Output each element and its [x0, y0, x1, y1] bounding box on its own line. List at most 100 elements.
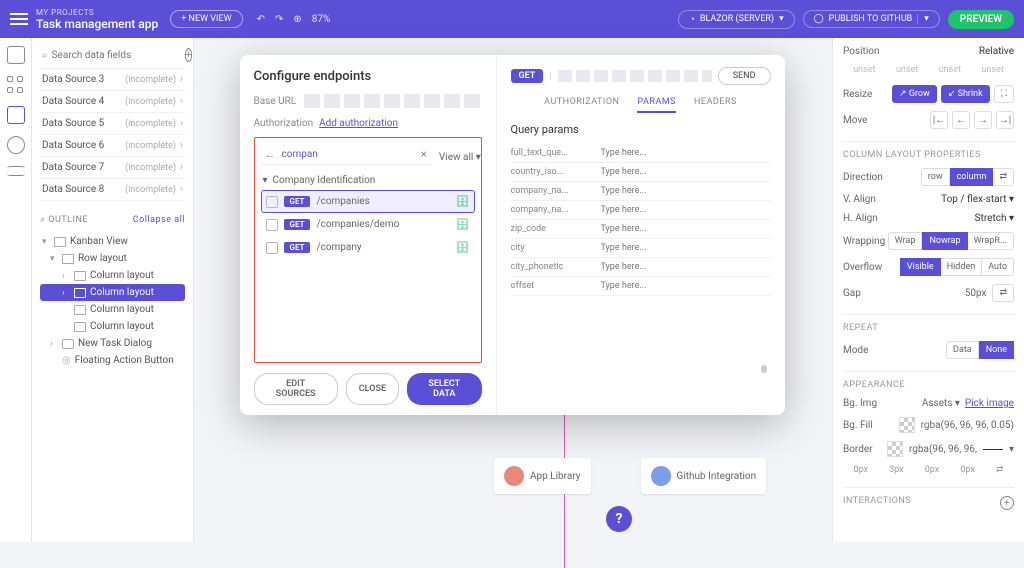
gap-link-button[interactable]: ⇄ [992, 284, 1014, 302]
endpoint-search-input[interactable] [282, 149, 415, 160]
edit-sources-button[interactable]: EDIT SOURCES [254, 373, 338, 405]
query-param-input[interactable] [601, 186, 771, 196]
query-params-heading: Query params [511, 123, 771, 136]
endpoint-row[interactable]: GET /companies 🗄 [261, 190, 475, 213]
tab-authorization[interactable]: AUTHORIZATION [544, 97, 619, 113]
direction-swap-button[interactable]: ⇄ [993, 168, 1014, 186]
spacing-link-icon[interactable]: ⇄ [996, 465, 1004, 475]
shrink-button[interactable]: ↙ Shrink [941, 85, 990, 103]
endpoint-group[interactable]: ▾Company Identification [263, 175, 475, 186]
zoom-icon[interactable]: ⊕ [293, 14, 301, 25]
repeat-data-button[interactable]: Data [946, 341, 979, 359]
tree-item-dialog[interactable]: ›New Task Dialog [40, 335, 185, 352]
overflow-auto-button[interactable]: Auto [982, 258, 1014, 276]
gap-input[interactable]: 50px [965, 288, 987, 299]
modal-title: Configure endpoints [254, 69, 482, 84]
tree-item-column-layout[interactable]: Column layout [40, 301, 185, 318]
back-icon[interactable]: ← [265, 148, 276, 161]
tree-item-row-layout[interactable]: ▾Row layout [40, 250, 185, 267]
data-source-row[interactable]: Data Source 5(incomplete)› [40, 113, 185, 135]
wrap-button[interactable]: Wrap [888, 232, 923, 250]
data-source-row[interactable]: Data Source 3(incomplete)› [40, 69, 185, 91]
overflow-visible-button[interactable]: Visible [900, 258, 941, 276]
menu-icon[interactable] [10, 10, 28, 28]
data-source-row[interactable]: Data Source 4(incomplete)› [40, 91, 185, 113]
direction-row-button[interactable]: row [921, 168, 950, 186]
move-right-button[interactable]: → [974, 111, 992, 129]
redo-icon[interactable]: ↷ [275, 14, 283, 25]
endpoint-checkbox[interactable] [266, 219, 278, 231]
help-button[interactable]: ? [606, 506, 632, 532]
tab-headers[interactable]: HEADERS [694, 97, 737, 113]
select-data-button[interactable]: SELECT DATA [407, 373, 481, 405]
query-param-input[interactable] [601, 243, 771, 253]
overflow-hidden-button[interactable]: Hidden [941, 258, 983, 276]
rail-assets-icon[interactable] [7, 166, 25, 176]
query-param-input[interactable] [601, 167, 771, 177]
data-source-row[interactable]: Data Source 8(incomplete)› [40, 179, 185, 201]
bg-fill-value[interactable]: rgba(96, 96, 96, 0.05) [921, 420, 1014, 431]
data-source-row[interactable]: Data Source 7(incomplete)› [40, 157, 185, 179]
valign-select[interactable]: Top / flex-start ▾ [941, 194, 1014, 205]
close-button[interactable]: CLOSE [346, 373, 399, 405]
pick-image-link[interactable]: Pick image [965, 398, 1014, 409]
publish-github-button[interactable]: ◯ PUBLISH TO GITHUB ▾ [803, 10, 940, 28]
move-start-button[interactable]: |← [930, 111, 948, 129]
query-param-input[interactable] [601, 205, 771, 215]
halign-select[interactable]: Stretch ▾ [975, 213, 1014, 224]
bg-fill-swatch[interactable] [899, 417, 915, 433]
query-param-input[interactable] [601, 262, 771, 272]
collapse-all-link[interactable]: Collapse all [133, 215, 185, 225]
endpoint-checkbox[interactable] [266, 242, 278, 254]
position-select[interactable]: Relative [979, 46, 1014, 57]
tree-item-column-layout[interactable]: Column layout [40, 318, 185, 335]
rail-data-icon[interactable] [7, 106, 25, 124]
base-url-label: Base URL [254, 96, 297, 107]
resize-settings-button[interactable]: ⛶ [994, 85, 1014, 103]
query-param-input[interactable] [601, 281, 771, 291]
add-data-source-button[interactable]: + [185, 48, 193, 62]
properties-panel: PositionRelative unsetunsetunsetunset Re… [832, 38, 1024, 542]
tree-item-column-layout[interactable]: ›Column layout [40, 267, 185, 284]
add-authorization-link[interactable]: Add authorization [319, 118, 398, 129]
auth-label: Authorization [254, 118, 314, 129]
canvas-card[interactable]: Github Integration [641, 458, 767, 494]
move-end-button[interactable]: →| [996, 111, 1014, 129]
framework-select[interactable]: ◔ BLAZOR (SERVER) ▾ [678, 10, 794, 29]
data-source-row[interactable]: Data Source 6(incomplete)› [40, 135, 185, 157]
canvas-card[interactable]: App Library [494, 458, 591, 494]
wrap-reverse-button[interactable]: WrapR... [968, 232, 1014, 250]
rail-views-icon[interactable] [7, 46, 25, 64]
grow-button[interactable]: ↗ Grow [892, 85, 937, 103]
add-interaction-button[interactable]: + [1000, 496, 1014, 510]
rail-components-icon[interactable] [7, 76, 25, 94]
tab-params[interactable]: PARAMS [637, 97, 676, 113]
rail-theme-icon[interactable] [7, 136, 25, 154]
repeat-none-button[interactable]: None [979, 341, 1014, 359]
direction-column-button[interactable]: column [950, 168, 994, 186]
assets-select[interactable]: Assets [922, 398, 953, 409]
send-button[interactable]: SEND [718, 67, 771, 85]
move-left-button[interactable]: ← [952, 111, 970, 129]
endpoint-row[interactable]: GET /companies/demo 🗄 [261, 213, 475, 236]
tree-item-fab[interactable]: ◎Floating Action Button [40, 352, 185, 369]
preview-button[interactable]: PREVIEW [948, 10, 1014, 29]
outline-tree: ▾Kanban View ▾Row layout ›Column layout … [40, 233, 185, 369]
nowrap-button[interactable]: Nowrap [922, 232, 967, 250]
new-view-button[interactable]: + NEW VIEW [170, 10, 242, 28]
project-name[interactable]: Task management app [36, 17, 158, 31]
border-value[interactable]: rgba(96, 96, 96, [909, 444, 977, 455]
view-all-select[interactable]: View all ▾ [439, 152, 481, 163]
endpoint-checkbox[interactable] [266, 196, 278, 208]
tree-item-kanban[interactable]: ▾Kanban View [40, 233, 185, 250]
query-param-input[interactable] [601, 224, 771, 234]
search-data-fields-input[interactable] [52, 50, 185, 61]
zoom-value[interactable]: 87% [312, 14, 331, 25]
endpoint-row[interactable]: GET /company 🗄 [261, 236, 475, 259]
border-swatch[interactable] [887, 441, 903, 457]
scrollbar-thumb[interactable] [761, 365, 767, 373]
clear-search-button[interactable]: × [421, 147, 427, 161]
undo-icon[interactable]: ↶ [257, 14, 265, 25]
query-param-input[interactable] [601, 148, 771, 158]
tree-item-column-layout-selected[interactable]: ›Column layout [40, 284, 185, 301]
